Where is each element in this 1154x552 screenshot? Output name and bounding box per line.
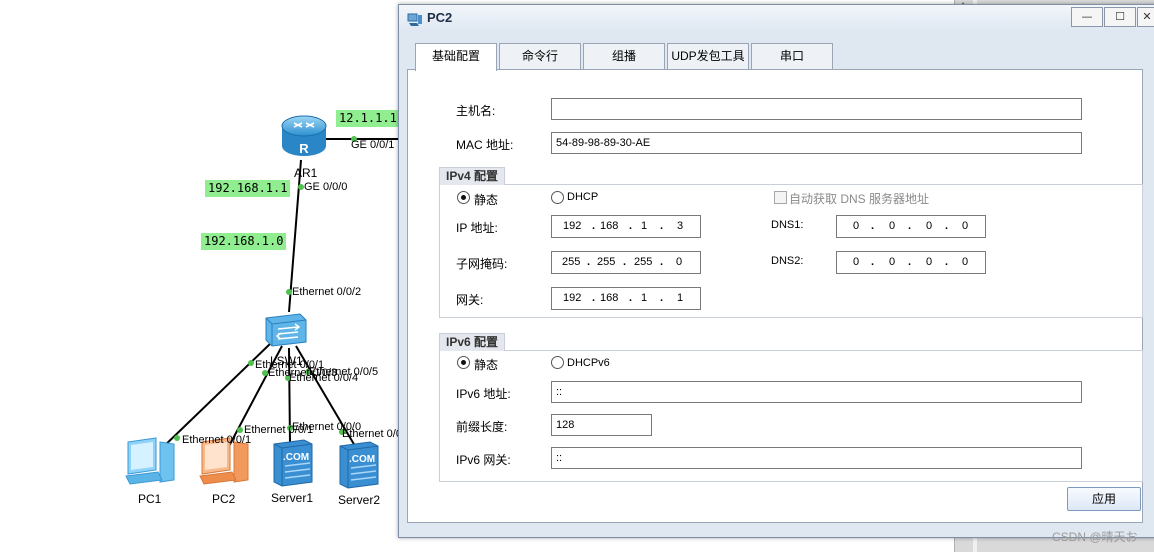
ipv4-static-radio[interactable] xyxy=(457,191,470,204)
minimize-button[interactable]: — xyxy=(1071,7,1103,27)
ip-label-wan: 12.1.1.1 xyxy=(336,110,400,127)
port-label-pc1: Ethernet 0/0/1 xyxy=(182,434,252,446)
mac-label: MAC 地址: xyxy=(456,138,514,152)
server2-badge: .COM xyxy=(349,454,375,465)
pc1-label: PC1 xyxy=(138,492,162,506)
tab-serial[interactable]: 串口 xyxy=(751,43,833,69)
window-titlebar[interactable]: PC2 — ☐ ✕ xyxy=(399,5,1154,33)
ip-octet: 0 xyxy=(676,256,683,268)
ipv4-dhcp-label: DHCP xyxy=(567,191,599,203)
watermark: CSDN @晴天お xyxy=(1052,530,1138,544)
ipv4-group-title: IPv4 配置 xyxy=(439,167,506,185)
subnet-mask-label: 子网掩码: xyxy=(456,257,508,271)
prefix-length-label: 前缀长度: xyxy=(456,420,508,434)
ipv6-static-label: 静态 xyxy=(474,358,499,372)
ip-label-network: 192.168.1.0 xyxy=(201,233,287,250)
port-dot xyxy=(237,427,243,433)
tab-panel-basic-config: 主机名: MAC 地址: 54-89-98-89-30-AE IPv4 配置 静… xyxy=(407,69,1143,523)
tab-basic-config[interactable]: 基础配置 xyxy=(415,43,497,71)
apply-button[interactable]: 应用 xyxy=(1067,487,1141,511)
tab-udp-tool[interactable]: UDP发包工具 xyxy=(667,43,749,69)
dns2-label: DNS2: xyxy=(771,255,804,267)
ip-octet: 192 xyxy=(563,292,582,304)
pc1-icon[interactable] xyxy=(122,436,178,488)
hostname-input[interactable] xyxy=(551,98,1082,120)
window-title: PC2 xyxy=(427,10,453,25)
tab-command-line[interactable]: 命令行 xyxy=(499,43,581,69)
auto-dns-checkbox[interactable] xyxy=(774,191,787,204)
hostname-label: 主机名: xyxy=(456,104,496,118)
dns1-input[interactable]: 0. 0. 0. 0 xyxy=(836,215,986,238)
pc2-label: PC2 xyxy=(212,492,236,506)
server2-label: Server2 xyxy=(338,493,381,507)
ip-address-label: IP 地址: xyxy=(456,221,498,235)
dns2-input[interactable]: 0. 0. 0. 0 xyxy=(836,251,986,274)
ip-octet: 0 xyxy=(853,220,860,232)
ip-octet: 168 xyxy=(600,292,619,304)
gateway-input[interactable]: 192. 168. 1. 1 xyxy=(551,287,701,310)
ip-octet: 0 xyxy=(889,256,896,268)
ip-octet: 0 xyxy=(962,256,969,268)
desktop: R AR1 LSW1 PC1 PC2 .COM Server1 .COM Ser… xyxy=(0,0,1154,552)
prefix-length-input[interactable]: 128 xyxy=(551,414,652,436)
ipv4-static-label: 静态 xyxy=(474,193,499,207)
port-label-ar1-ge001: GE 0/0/1 xyxy=(351,139,395,151)
server1-label: Server1 xyxy=(271,491,314,505)
server2-icon[interactable]: .COM xyxy=(336,440,382,490)
ip-octet: 168 xyxy=(600,220,619,232)
port-label-lsw-e005: Ethernet 0/0/5 xyxy=(309,366,379,378)
ipv4-dhcp-radio[interactable] xyxy=(551,191,564,204)
subnet-mask-input[interactable]: 255. 255. 255. 0 xyxy=(551,251,701,274)
gateway-label: 网关: xyxy=(456,293,484,307)
switch-icon[interactable] xyxy=(262,310,308,350)
ipv6-dhcp-radio[interactable] xyxy=(551,356,564,369)
ip-octet: 0 xyxy=(926,256,933,268)
close-button[interactable]: ✕ xyxy=(1137,7,1154,27)
ipv6-group-title: IPv6 配置 xyxy=(439,333,506,351)
ip-octet: 3 xyxy=(677,220,684,232)
tab-multicast[interactable]: 组播 xyxy=(583,43,665,69)
port-dot xyxy=(248,360,254,366)
ip-octet: 0 xyxy=(853,256,860,268)
port-label-lsw-e002: Ethernet 0/0/2 xyxy=(292,286,362,298)
auto-dns-label: 自动获取 DNS 服务器地址 xyxy=(789,192,930,206)
server1-icon[interactable]: .COM xyxy=(270,438,316,488)
ipv6-address-input[interactable]: :: xyxy=(551,381,1082,403)
topology-canvas[interactable]: R AR1 LSW1 PC1 PC2 .COM Server1 .COM Ser… xyxy=(0,0,411,552)
ip-octet: 192 xyxy=(563,220,582,232)
ipv6-gateway-input[interactable]: :: xyxy=(551,447,1082,469)
ip-octet: 1 xyxy=(641,292,648,304)
ip-octet: 1 xyxy=(641,220,648,232)
ip-octet: 1 xyxy=(677,292,684,304)
server1-badge: .COM xyxy=(283,452,309,463)
ip-octet: 255 xyxy=(562,256,581,268)
dns1-label: DNS1: xyxy=(771,219,804,231)
mac-input[interactable]: 54-89-98-89-30-AE xyxy=(551,132,1082,154)
router-icon[interactable]: R xyxy=(280,114,328,160)
ip-octet: 0 xyxy=(889,220,896,232)
ipv6-dhcp-label: DHCPv6 xyxy=(567,357,610,369)
ipv6-address-label: IPv6 地址: xyxy=(456,387,511,401)
pc2-config-window: PC2 — ☐ ✕ 基础配置 命令行 组播 UDP发包工具 串口 主机名: MA… xyxy=(398,4,1154,538)
pc-icon xyxy=(407,12,423,28)
ip-octet: 0 xyxy=(962,220,969,232)
ipv6-static-radio[interactable] xyxy=(457,356,470,369)
ip-octet: 255 xyxy=(634,256,653,268)
ip-label-gateway: 192.168.1.1 xyxy=(205,180,291,197)
ip-address-input[interactable]: 192. 168. 1. 3 xyxy=(551,215,701,238)
router-label: AR1 xyxy=(294,166,318,180)
port-label-ar1-ge000: GE 0/0/0 xyxy=(304,181,348,193)
ipv6-gateway-label: IPv6 网关: xyxy=(456,453,511,467)
maximize-button[interactable]: ☐ xyxy=(1104,7,1136,27)
svg-text:R: R xyxy=(299,141,309,156)
ip-octet: 255 xyxy=(597,256,616,268)
ip-octet: 0 xyxy=(926,220,933,232)
